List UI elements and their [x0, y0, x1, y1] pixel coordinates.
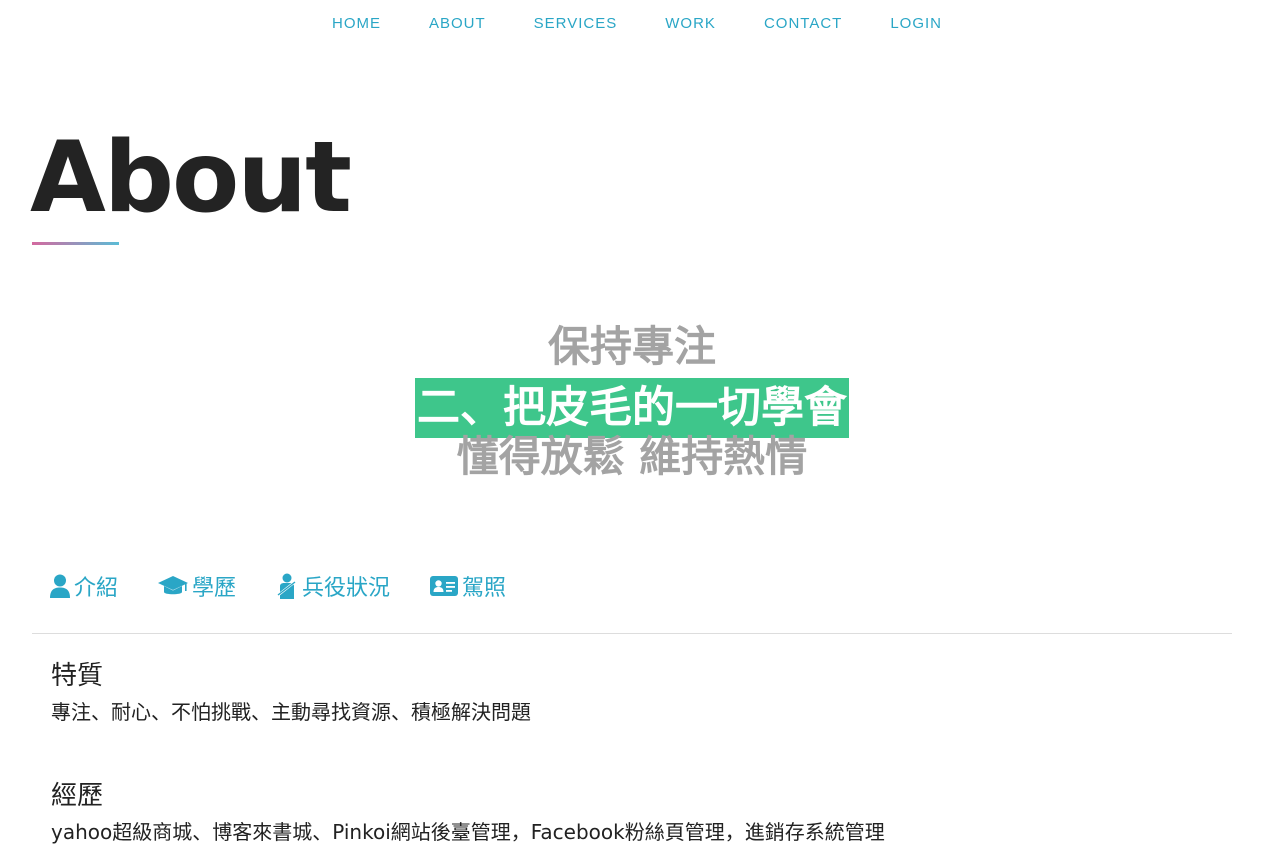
tab-introduction[interactable]: 介紹	[50, 570, 118, 602]
tab-education[interactable]: 學歷	[158, 570, 236, 602]
top-navigation: HOME ABOUT SERVICES WORK CONTACT LOGIN	[0, 0, 1274, 46]
nav-home-link[interactable]: HOME	[332, 15, 381, 32]
motto-line-2-highlighted: 二、把皮毛的一切學會	[415, 378, 849, 438]
motto-line-3: 懂得放鬆 維持熱情	[456, 432, 808, 481]
traits-heading: 特質	[51, 661, 104, 691]
nav-login-link[interactable]: LOGIN	[890, 15, 942, 32]
soldier-icon	[276, 573, 302, 599]
tab-education-label: 學歷	[192, 576, 237, 601]
motto-line-1: 保持專注	[547, 322, 716, 371]
nav-about-link[interactable]: ABOUT	[429, 15, 486, 32]
user-icon	[50, 574, 74, 598]
page-title: About	[30, 121, 352, 235]
tab-military-service[interactable]: 兵役狀況	[276, 570, 390, 602]
experience-heading: 經歷	[51, 781, 104, 811]
graduation-cap-icon	[158, 574, 192, 598]
tab-driver-license[interactable]: 駕照	[430, 570, 506, 602]
id-card-icon	[430, 575, 462, 597]
experience-section: 經歷 yahoo超級商城、博客來書城、Pinkoi網站後臺管理，Facebook…	[51, 780, 885, 846]
tabs-divider	[32, 633, 1232, 634]
nav-work-link[interactable]: WORK	[665, 15, 716, 32]
title-underline	[32, 242, 119, 245]
nav-contact-link[interactable]: CONTACT	[764, 15, 842, 32]
traits-section: 特質 專注、耐心、不怕挑戰、主動尋找資源、積極解決問題	[51, 660, 531, 726]
tab-military-service-label: 兵役狀況	[302, 576, 391, 601]
experience-text: yahoo超級商城、博客來書城、Pinkoi網站後臺管理，Facebook粉絲頁…	[51, 820, 885, 844]
traits-text: 專注、耐心、不怕挑戰、主動尋找資源、積極解決問題	[51, 700, 531, 724]
motto-block: 保持專注 二、把皮毛的一切學會 懂得放鬆 維持熱情	[0, 316, 1264, 480]
tab-driver-license-label: 駕照	[462, 576, 507, 601]
profile-tabs: 介紹 學歷 兵役狀況 駕照	[50, 570, 546, 602]
tab-introduction-label: 介紹	[74, 576, 119, 601]
nav-services-link[interactable]: SERVICES	[534, 15, 618, 32]
